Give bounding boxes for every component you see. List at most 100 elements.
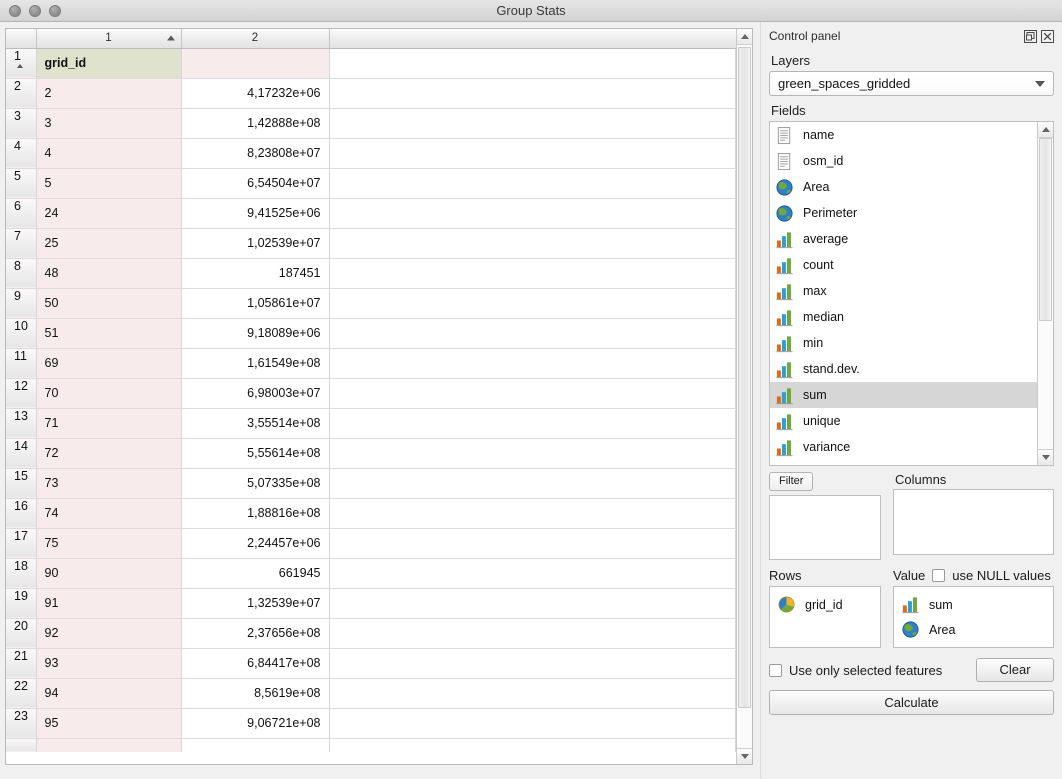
cell-sum-area[interactable]: 8,5619e+08	[181, 678, 330, 709]
close-icon[interactable]	[1041, 29, 1054, 43]
filter-dropzone[interactable]	[769, 495, 881, 560]
table-row[interactable]: 4 4 8,23808e+07	[6, 138, 736, 169]
cell-sum-area[interactable]: 9,41525e+06	[181, 198, 330, 229]
cell-grid-id[interactable]: 92	[36, 618, 182, 649]
table-scroll-thumb[interactable]	[738, 47, 751, 708]
row-header[interactable]: 13	[6, 408, 37, 439]
table-row[interactable]: 15 73 5,07335e+08	[6, 468, 736, 499]
fields-list[interactable]: name osm_id Area Perimeter average count max me…	[769, 121, 1054, 466]
field-list-item[interactable]: average	[770, 226, 1037, 252]
table-corner-header[interactable]	[6, 29, 37, 49]
cell-sum-area[interactable]: 1,32539e+07	[181, 588, 330, 619]
cell-grid-id[interactable]: 50	[36, 288, 182, 319]
row-header[interactable]: 4	[6, 138, 37, 169]
use-null-values-checkbox[interactable]	[932, 569, 946, 582]
table-row[interactable]: 10 51 9,18089e+06	[6, 318, 736, 349]
table-row[interactable]: 3 3 1,42888e+08	[6, 108, 736, 139]
row-header[interactable]: 8	[6, 258, 37, 289]
cell-sum-area[interactable]: 5,07335e+08	[181, 468, 330, 499]
row-header[interactable]: 9	[6, 288, 37, 319]
clear-button[interactable]: Clear	[976, 658, 1054, 682]
table-row[interactable]: 14 72 5,55614e+08	[6, 438, 736, 469]
cell-grid-id[interactable]: 94	[36, 678, 182, 709]
table-row[interactable]: 6 24 9,41525e+06	[6, 198, 736, 229]
fields-scrollbar[interactable]	[1037, 122, 1053, 465]
results-table-scrollarea[interactable]: 1 2 1 grid_id 2 2 4,17232e+06 3 3 1,4288…	[6, 29, 736, 764]
cell-grid-id[interactable]: 51	[36, 318, 182, 349]
row-header[interactable]: 14	[6, 438, 37, 469]
row-header[interactable]: 19	[6, 588, 37, 619]
row-header[interactable]: 7	[6, 228, 37, 259]
cell-grid-id[interactable]: 25	[36, 228, 182, 259]
column-header-1[interactable]: 1	[36, 29, 182, 49]
table-row[interactable]: 19 91 1,32539e+07	[6, 588, 736, 619]
cell-grid-id[interactable]: 70	[36, 378, 182, 409]
table-row[interactable]: 18 90 661945	[6, 558, 736, 589]
row-header[interactable]: 11	[6, 348, 37, 379]
row-header[interactable]: 20	[6, 618, 37, 649]
cell-grid-id[interactable]: 73	[36, 468, 182, 499]
cell-sum-area[interactable]: 1,42888e+08	[181, 108, 330, 139]
cell-grid-id[interactable]: 4	[36, 138, 182, 169]
cell-sum-area[interactable]: 5,55614e+08	[181, 438, 330, 469]
cell-field-name[interactable]: grid_id	[36, 48, 182, 79]
table-row[interactable]: 11 69 1,61549e+08	[6, 348, 736, 379]
table-row[interactable]: 1 grid_id	[6, 48, 736, 79]
cell-grid-id[interactable]: 2	[36, 78, 182, 109]
row-header[interactable]: 1	[6, 48, 37, 79]
cell-sum-area[interactable]: 2,24457e+06	[181, 528, 330, 559]
cell-grid-id[interactable]: 3	[36, 108, 182, 139]
table-row[interactable]: 9 50 1,05861e+07	[6, 288, 736, 319]
row-header[interactable]: 22	[6, 678, 37, 709]
field-list-item[interactable]: osm_id	[770, 148, 1037, 174]
cell-sum-area[interactable]: 9,18089e+06	[181, 318, 330, 349]
field-list-item[interactable]: max	[770, 278, 1037, 304]
calculate-button[interactable]: Calculate	[769, 690, 1054, 715]
column-header-2[interactable]: 2	[181, 29, 330, 49]
cell-sum-area[interactable]: 4,17232e+06	[181, 78, 330, 109]
minimize-button[interactable]	[29, 4, 41, 17]
table-row[interactable]: 12 70 6,98003e+07	[6, 378, 736, 409]
table-row[interactable]: 7 25 1,02539e+07	[6, 228, 736, 259]
cell-grid-id[interactable]: 24	[36, 198, 182, 229]
cell-value-header[interactable]	[181, 48, 330, 79]
cell-sum-area[interactable]: 2,37656e+08	[181, 618, 330, 649]
fields-scroll-up-button[interactable]	[1038, 122, 1053, 138]
row-header[interactable]: 16	[6, 498, 37, 529]
scroll-up-button[interactable]	[737, 29, 752, 45]
cell-grid-id[interactable]: 90	[36, 558, 182, 589]
zoom-button[interactable]	[49, 4, 61, 17]
rows-dropzone[interactable]: grid_id	[769, 586, 881, 648]
table-row[interactable]: 8 48 187451	[6, 258, 736, 289]
field-list-item[interactable]: unique	[770, 408, 1037, 434]
row-header[interactable]: 10	[6, 318, 37, 349]
table-row[interactable]: 22 94 8,5619e+08	[6, 678, 736, 709]
cell-grid-id[interactable]: 74	[36, 498, 182, 529]
fields-scroll-track[interactable]	[1038, 138, 1053, 449]
cell-sum-area[interactable]: 1,02539e+07	[181, 228, 330, 259]
table-scroll-track[interactable]	[737, 45, 752, 748]
table-row[interactable]: 23 95 9,06721e+08	[6, 708, 736, 739]
table-row[interactable]: 20 92 2,37656e+08	[6, 618, 736, 649]
cell-sum-area[interactable]: 3,55514e+08	[181, 408, 330, 439]
cell-sum-area[interactable]: 8,23808e+07	[181, 138, 330, 169]
layer-select[interactable]: green_spaces_gridded	[769, 71, 1054, 96]
row-header[interactable]: 5	[6, 168, 37, 199]
table-row[interactable]: 2 2 4,17232e+06	[6, 78, 736, 109]
field-list-item[interactable]: variance	[770, 434, 1037, 460]
use-only-selected-checkbox[interactable]	[769, 663, 782, 677]
row-header[interactable]: 23	[6, 708, 37, 739]
cell-grid-id[interactable]: 72	[36, 438, 182, 469]
row-header[interactable]: 15	[6, 468, 37, 499]
cell-sum-area[interactable]: 1,88816e+08	[181, 498, 330, 529]
rows-item[interactable]: grid_id	[774, 592, 876, 617]
cell-grid-id[interactable]: 93	[36, 648, 182, 679]
value-item[interactable]: sum	[898, 592, 1049, 617]
cell-grid-id[interactable]: 71	[36, 408, 182, 439]
close-button[interactable]	[9, 4, 21, 17]
value-dropzone[interactable]: sum Area	[893, 586, 1054, 648]
cell-sum-area[interactable]: 1,61549e+08	[181, 348, 330, 379]
table-row[interactable]: 21 93 6,84417e+08	[6, 648, 736, 679]
fields-scroll-down-button[interactable]	[1038, 449, 1053, 465]
field-list-item[interactable]: Perimeter	[770, 200, 1037, 226]
